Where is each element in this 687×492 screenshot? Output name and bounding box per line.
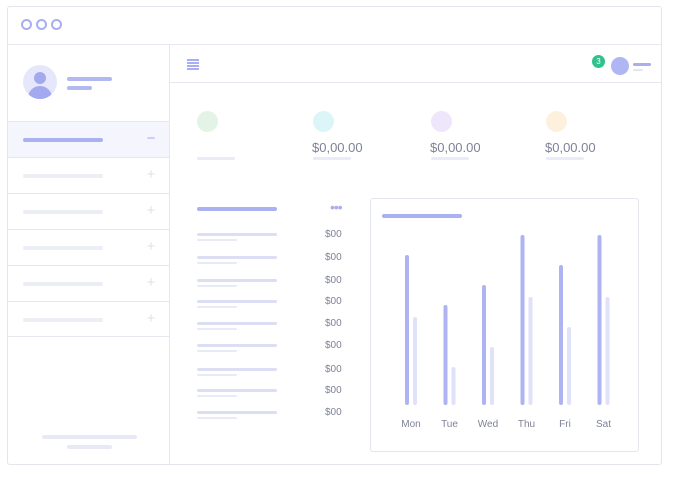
chart-bar-mon-s1 (405, 255, 409, 405)
sidebar-item-4[interactable]: + (8, 229, 169, 265)
more-horizontal-icon[interactable]: ••• (330, 200, 343, 214)
sidebar-item-label (23, 246, 103, 250)
notification-badge[interactable]: 3 (592, 55, 605, 68)
window-maximize-button[interactable] (51, 19, 62, 30)
chart-bar-tue-s2 (451, 367, 456, 405)
sidebar-item-3[interactable]: + (8, 193, 169, 229)
expand-icon[interactable]: + (144, 274, 158, 292)
sidebar-footer-line (42, 435, 137, 439)
stat-label-line (431, 157, 469, 160)
stat-label-line (313, 157, 351, 160)
user-profile[interactable] (8, 45, 169, 121)
list-item: $00 (197, 385, 347, 403)
stat-label-line (546, 157, 584, 160)
bar-chart: Mon Tue Wed Thu Fri Sat (401, 235, 611, 430)
top-bar: 3 (170, 45, 661, 83)
sidebar-item-label (23, 174, 103, 178)
main-content: 3 $0,00.00 $0,00.00 $0,00.00 ••• $00 $00 (170, 45, 661, 464)
chart-x-tick-label: Mon (401, 419, 420, 430)
stat-label-line (197, 157, 235, 160)
list-item: $00 (197, 296, 347, 314)
list-item-amount: $00 (325, 275, 342, 286)
chart-x-tick-label: Thu (518, 419, 535, 430)
stat-icon (431, 111, 452, 132)
sidebar-item-label (23, 138, 103, 142)
chart-card: Mon Tue Wed Thu Fri Sat (370, 198, 639, 452)
list-item-amount: $00 (325, 407, 342, 418)
hamburger-icon[interactable] (187, 59, 199, 70)
sidebar-item-5[interactable]: + (8, 265, 169, 301)
chart-x-tick-label: Wed (478, 419, 498, 430)
user-menu-line[interactable] (633, 63, 651, 66)
stat-icon (546, 111, 567, 132)
window-minimize-button[interactable] (36, 19, 47, 30)
chart-x-tick-label: Fri (559, 419, 571, 430)
stat-icon (313, 111, 334, 132)
profile-subtitle-placeholder (67, 86, 92, 90)
expand-icon[interactable]: + (144, 166, 158, 184)
user-avatar-icon (23, 65, 57, 99)
chart-x-tick-label: Sat (596, 419, 611, 430)
title-bar (8, 7, 661, 45)
collapse-icon[interactable]: − (144, 130, 158, 148)
chart-bar-fri-s2 (567, 327, 571, 405)
list-item-amount: $00 (325, 340, 342, 351)
list-title-line (197, 207, 277, 211)
profile-name-placeholder (67, 77, 112, 81)
avatar[interactable] (611, 57, 629, 75)
user-menu-line (633, 69, 643, 71)
expand-icon[interactable]: + (144, 238, 158, 256)
chart-bar-wed-s2 (490, 347, 494, 405)
sidebar: − + + + + + (8, 45, 170, 464)
list-item-amount: $00 (325, 318, 342, 329)
chart-bar-thu-s2 (528, 297, 533, 405)
window-close-button[interactable] (21, 19, 32, 30)
list-item-amount: $00 (325, 229, 342, 240)
list-item-amount: $00 (325, 364, 342, 375)
sidebar-footer-line (67, 445, 112, 449)
list-item: $00 (197, 318, 347, 336)
sidebar-item-2[interactable]: + (8, 157, 169, 193)
chart-bar-sat-s1 (597, 235, 602, 405)
chart-bar-fri-s1 (559, 265, 563, 405)
list-item: $00 (197, 252, 347, 270)
sidebar-item-label (23, 210, 103, 214)
expand-icon[interactable]: + (144, 310, 158, 328)
app-window: − + + + + + 3 $0,00.00 $0,00.00 $0,00.00… (7, 6, 662, 465)
chart-bar-thu-s1 (520, 235, 525, 405)
list-item: $00 (197, 364, 347, 382)
sidebar-item-label (23, 318, 103, 322)
list-item: $00 (197, 275, 347, 293)
chart-bar-tue-s1 (443, 305, 448, 405)
chart-bar-wed-s1 (482, 285, 486, 405)
sidebar-nav: − + + + + + (8, 121, 169, 337)
sidebar-item-1[interactable]: − (8, 121, 169, 157)
list-item: $00 (197, 229, 347, 247)
chart-bar-sat-s2 (605, 297, 610, 405)
sidebar-item-label (23, 282, 103, 286)
list-item: $00 (197, 407, 347, 425)
list-item-amount: $00 (325, 385, 342, 396)
sidebar-item-6[interactable]: + (8, 301, 169, 337)
chart-bar-mon-s2 (413, 317, 417, 405)
chart-x-tick-label: Tue (441, 419, 458, 430)
expand-icon[interactable]: + (144, 202, 158, 220)
stat-icon (197, 111, 218, 132)
stat-value: $0,00.00 (430, 140, 481, 155)
list-item-amount: $00 (325, 296, 342, 307)
stat-value: $0,00.00 (312, 140, 363, 155)
stat-value: $0,00.00 (545, 140, 596, 155)
list-item-amount: $00 (325, 252, 342, 263)
list-item: $00 (197, 340, 347, 358)
